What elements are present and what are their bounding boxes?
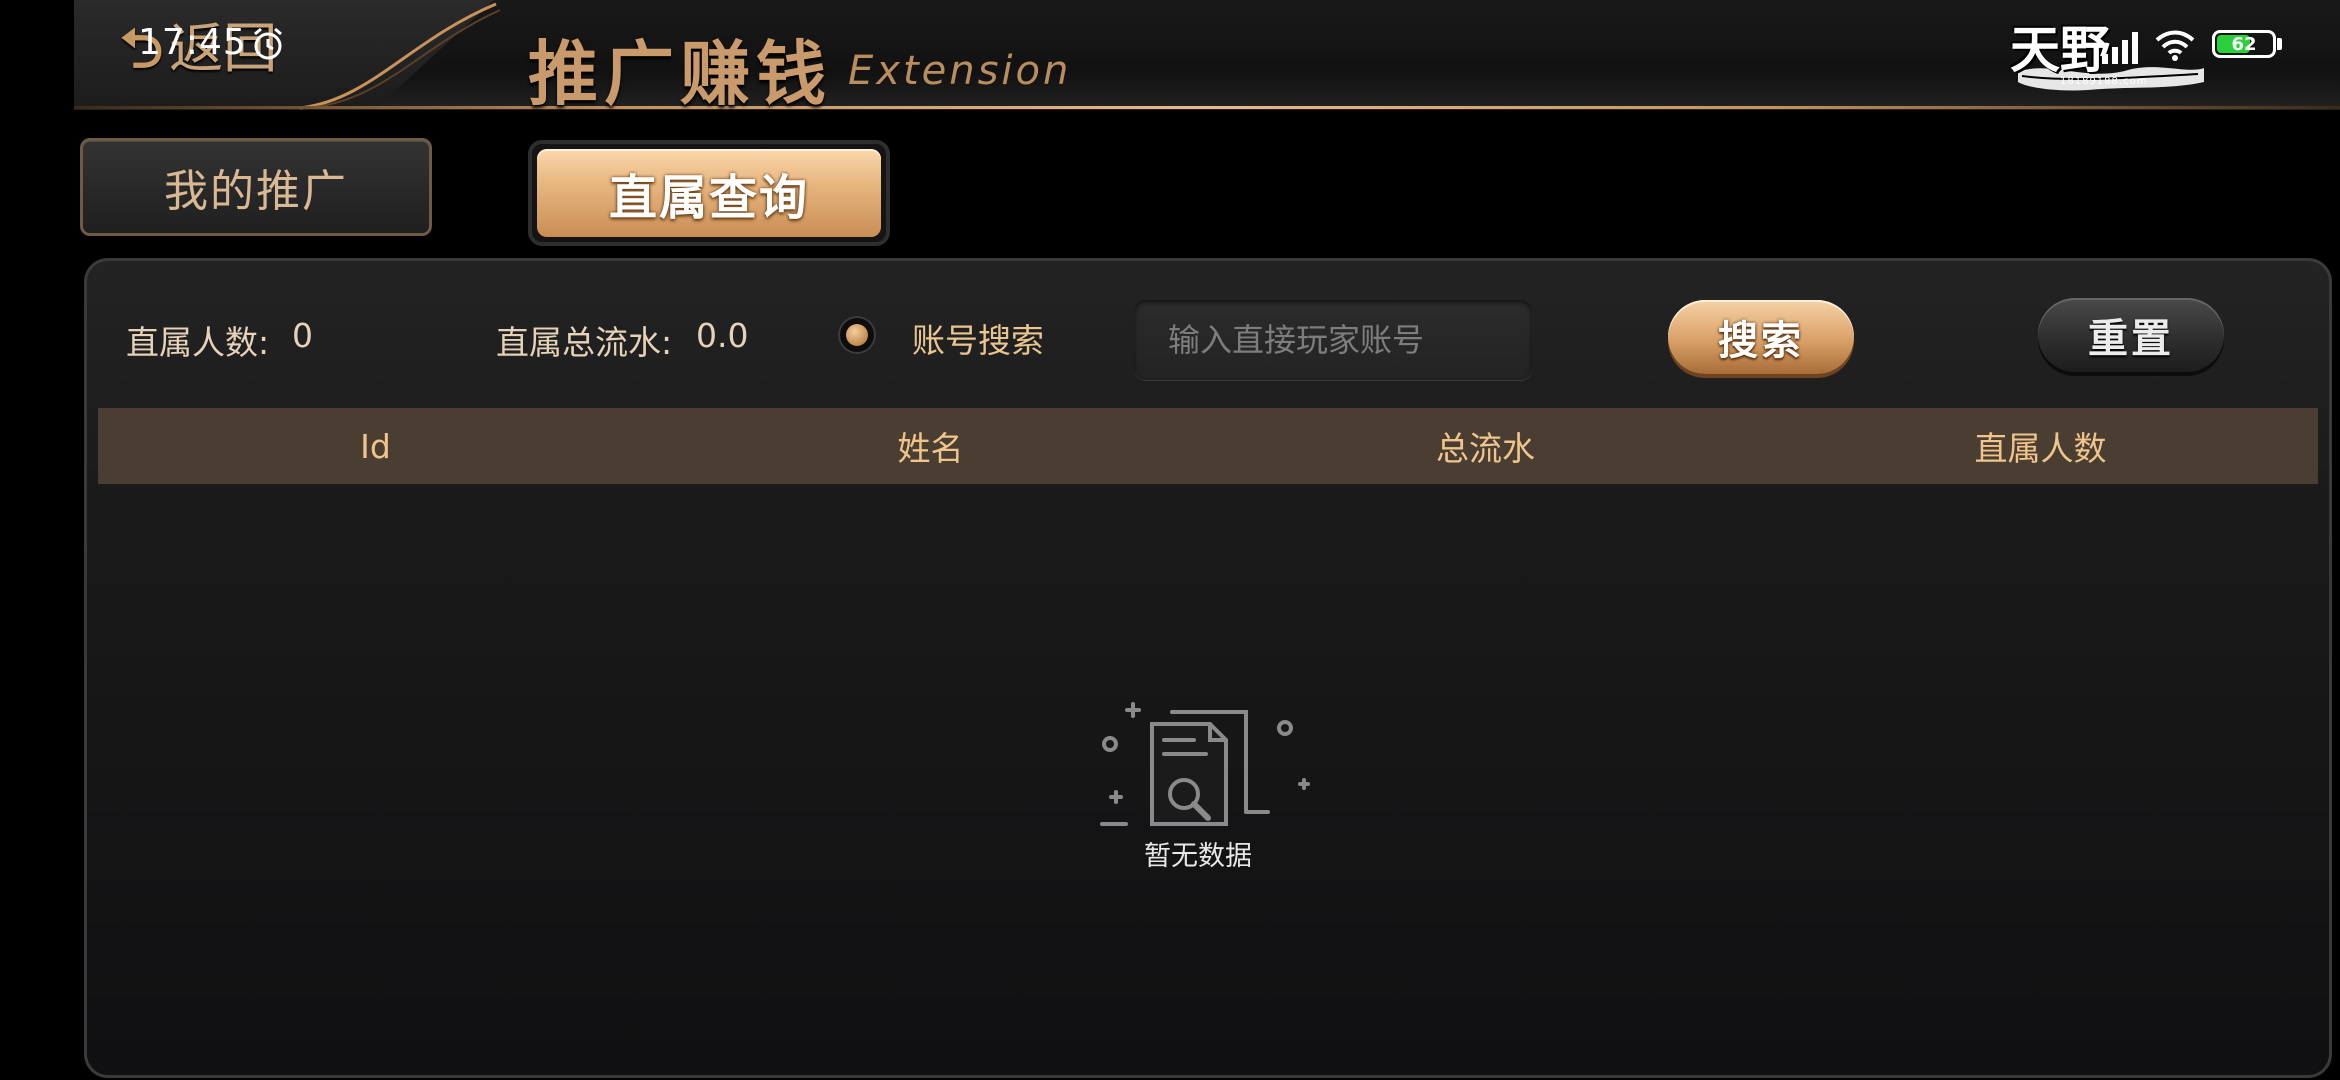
page-subtitle: Extension — [848, 48, 1072, 94]
account-search-input[interactable] — [1134, 300, 1532, 380]
status-time: 17:45 — [138, 22, 247, 63]
column-header-total-flow: 总流水 — [1436, 429, 1535, 468]
column-header-name: 姓名 — [897, 429, 964, 468]
header-gold-line — [74, 106, 2340, 109]
empty-document-search-icon — [1100, 702, 1310, 826]
app-screen: ⮌ 返回 17:45 推广赚钱 Extension 天野 18189188.co… — [0, 0, 2340, 1080]
total-flow-label: 直属总流水: — [496, 323, 673, 362]
left-black-strip — [0, 0, 74, 1080]
account-search-radio[interactable] — [838, 316, 876, 354]
page-title: 推广赚钱 — [528, 32, 832, 115]
battery-tip — [2277, 38, 2282, 50]
header-decor-curve — [300, 2, 500, 110]
search-button-label: 搜索 — [1718, 317, 1804, 364]
brand-logo-url: 18189188.com — [2060, 76, 2148, 87]
cellular-signal-icon — [2102, 32, 2138, 64]
search-button[interactable]: 搜索 — [1668, 300, 1854, 374]
reset-button[interactable]: 重置 — [2038, 298, 2224, 372]
reset-button-label: 重置 — [2088, 315, 2174, 362]
battery-level: 62 — [2231, 34, 2257, 55]
radio-selected-dot — [846, 324, 868, 346]
account-search-label[interactable]: 账号搜索 — [912, 314, 1044, 362]
tab-direct-query-face: 直属查询 — [537, 149, 881, 237]
empty-state-text: 暂无数据 — [1144, 841, 1252, 872]
direct-count-value: 0 — [292, 316, 313, 355]
table-header: Id 姓名 总流水 直属人数 — [98, 408, 2318, 484]
battery-icon: 62 — [2212, 30, 2276, 58]
tab-direct-query[interactable]: 直属查询 — [528, 140, 890, 246]
search-input-container — [1134, 300, 1532, 380]
total-flow-value: 0.0 — [696, 316, 749, 355]
alarm-clock-icon — [254, 27, 282, 60]
brand-logo-text: 天野 — [2010, 20, 2110, 79]
wifi-icon — [2155, 30, 2195, 61]
column-header-id: Id — [360, 426, 391, 466]
content-panel — [84, 258, 2332, 1078]
tab-my-promotion-label: 我的推广 — [164, 166, 348, 217]
tab-direct-query-label: 直属查询 — [608, 170, 809, 226]
column-header-direct-count: 直属人数 — [1974, 429, 2107, 468]
direct-count-label: 直属人数: — [126, 323, 270, 362]
tab-my-promotion[interactable]: 我的推广 — [80, 138, 432, 236]
